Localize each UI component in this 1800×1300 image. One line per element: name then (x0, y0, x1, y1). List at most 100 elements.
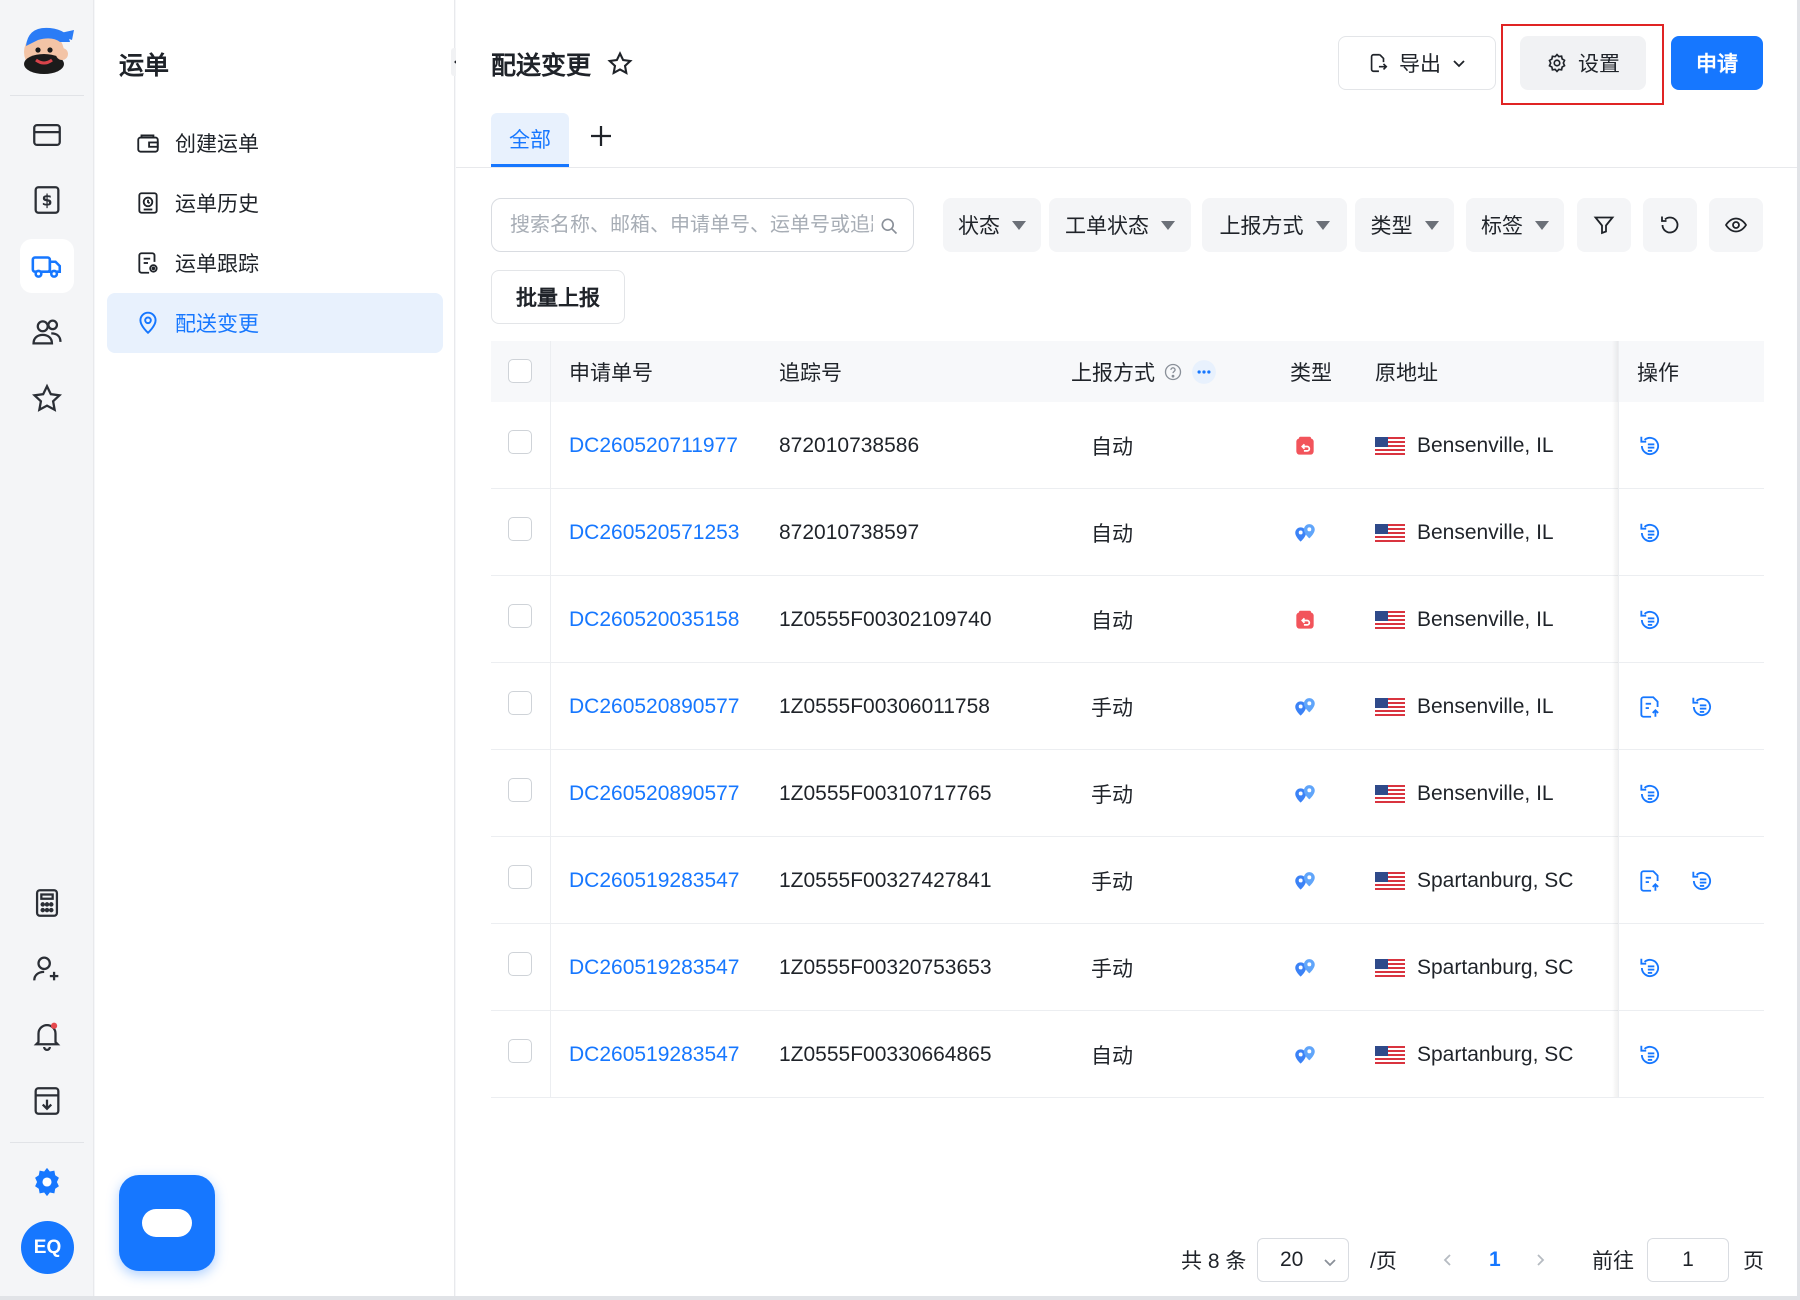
nav-item-create-waybill[interactable]: 创建运单 (107, 113, 443, 173)
goto-page-input[interactable] (1647, 1238, 1729, 1282)
advanced-filter-button[interactable] (1577, 198, 1631, 252)
col-type[interactable]: 类型 (1290, 341, 1332, 402)
origin-value: Bensenville, IL (1417, 607, 1554, 631)
request-no-link[interactable]: DC260520571253 (569, 489, 739, 576)
prev-page-button[interactable] (1440, 1238, 1456, 1282)
table-header: 申请单号 追踪号 上报方式 类型 原地址 操作 (491, 341, 1764, 402)
main-content: 配送变更 导出 设置 申请 全部 状态 工单状态 上报方式 类型 标签 批量上报 (456, 0, 1800, 1300)
change-history-icon[interactable] (1637, 781, 1663, 807)
rail-card-button[interactable] (20, 108, 74, 162)
table-row: DC260519283547 1Z0555F00320753653 手动 Sparta… (491, 924, 1764, 1011)
tracking-no: 1Z0555F00327427841 (779, 868, 992, 892)
row-checkbox[interactable] (508, 778, 532, 802)
settings-button[interactable]: 设置 (1520, 36, 1646, 90)
calculator-icon (35, 889, 59, 917)
truck-icon (31, 256, 62, 278)
rail-users-button[interactable] (20, 305, 74, 359)
upload-report-icon[interactable] (1637, 694, 1663, 720)
request-no-link[interactable]: DC260520890577 (569, 750, 739, 837)
row-checkbox[interactable] (508, 865, 532, 889)
search-icon[interactable] (879, 216, 899, 236)
chat-bubble-icon (142, 1209, 192, 1237)
change-history-icon[interactable] (1637, 607, 1663, 633)
tab-all[interactable]: 全部 (491, 113, 569, 167)
change-history-icon[interactable] (1637, 433, 1663, 459)
page-1-button[interactable]: 1 (1489, 1238, 1501, 1282)
row-checkbox[interactable] (508, 952, 532, 976)
col-tracking-no[interactable]: 追踪号 (779, 341, 842, 402)
row-checkbox[interactable] (508, 517, 532, 541)
change-history-icon[interactable] (1689, 694, 1715, 720)
rail-billing-button[interactable]: $ (20, 173, 74, 227)
us-flag-icon (1375, 610, 1405, 629)
reroute-icon (1295, 523, 1315, 542)
report-method-value: 手动 (1091, 957, 1133, 981)
change-history-icon[interactable] (1637, 1042, 1663, 1068)
next-page-button[interactable] (1532, 1238, 1548, 1282)
report-method-filter[interactable]: 上报方式 (1202, 198, 1347, 252)
change-history-icon[interactable] (1637, 955, 1663, 981)
rail-calculator-button[interactable] (20, 876, 74, 930)
request-no-link[interactable]: DC260520890577 (569, 663, 739, 750)
us-flag-icon (1375, 958, 1405, 977)
row-checkbox[interactable] (508, 691, 532, 715)
row-checkbox[interactable] (508, 430, 532, 454)
change-history-icon[interactable] (1637, 520, 1663, 546)
rail-shipping-button[interactable] (20, 239, 74, 293)
dollar-doc-icon: $ (34, 186, 60, 214)
request-no-link[interactable]: DC260520035158 (569, 576, 739, 663)
nav-item-delivery-change[interactable]: 配送变更 (107, 293, 443, 353)
report-method-value: 自动 (1091, 609, 1133, 633)
rail-notifications-button[interactable] (20, 1008, 74, 1062)
download-doc-icon (34, 1087, 60, 1115)
chat-support-button[interactable] (119, 1175, 215, 1271)
search-input[interactable] (510, 213, 873, 237)
caret-down-icon (1315, 220, 1330, 230)
page-size-select[interactable]: 20 (1257, 1238, 1349, 1282)
refresh-button[interactable] (1643, 198, 1697, 252)
rail-download-button[interactable] (20, 1074, 74, 1128)
nav-item-waybill-tracking[interactable]: 运单跟踪 (107, 233, 443, 293)
rail-add-user-button[interactable] (20, 942, 74, 996)
actions-cell (1637, 489, 1689, 576)
request-no-link[interactable]: DC260520711977 (569, 402, 738, 489)
add-tab-icon[interactable] (586, 121, 616, 151)
nav-item-label: 运单历史 (175, 193, 259, 216)
avatar[interactable]: EQ (21, 1221, 74, 1274)
caret-down-icon (1535, 220, 1549, 230)
row-checkbox[interactable] (508, 604, 532, 628)
tracking-no: 872010738597 (779, 520, 920, 544)
export-button[interactable]: 导出 (1338, 36, 1496, 90)
request-no-link[interactable]: DC260519283547 (569, 924, 739, 1011)
batch-report-button[interactable]: 批量上报 (491, 270, 625, 324)
report-method-value: 自动 (1091, 435, 1133, 459)
more-dots-icon[interactable] (1191, 359, 1217, 385)
col-origin[interactable]: 原地址 (1375, 341, 1438, 402)
row-checkbox[interactable] (508, 1039, 532, 1063)
request-no-link[interactable]: DC260519283547 (569, 1011, 739, 1098)
rail-favorites-button[interactable] (20, 372, 74, 426)
return-icon (1296, 436, 1314, 455)
col-report-method[interactable]: 上报方式 (1071, 341, 1217, 402)
settings-label: 设置 (1578, 53, 1620, 76)
help-circle-icon[interactable] (1163, 362, 1183, 382)
type-filter[interactable]: 类型 (1355, 198, 1454, 252)
status-filter[interactable]: 状态 (943, 198, 1041, 252)
origin-value: Bensenville, IL (1417, 781, 1554, 805)
upload-report-icon[interactable] (1637, 868, 1663, 894)
nav-item-waybill-history[interactable]: 运单历史 (107, 173, 443, 233)
column-visibility-button[interactable] (1709, 198, 1763, 252)
apply-button[interactable]: 申请 (1671, 36, 1763, 90)
col-request-no[interactable]: 申请单号 (569, 341, 653, 402)
change-history-icon[interactable] (1689, 868, 1715, 894)
rail-settings-button[interactable] (20, 1155, 74, 1209)
tag-filter[interactable]: 标签 (1466, 198, 1564, 252)
report-method-value: 手动 (1091, 870, 1133, 894)
users-icon (32, 319, 62, 345)
favorite-star-icon[interactable] (606, 50, 634, 78)
origin-value: Bensenville, IL (1417, 520, 1554, 544)
origin-cell: Spartanburg, SC (1375, 924, 1573, 1011)
request-no-link[interactable]: DC260519283547 (569, 837, 739, 924)
ticket-status-filter[interactable]: 工单状态 (1049, 198, 1191, 252)
select-all-checkbox[interactable] (508, 359, 532, 383)
